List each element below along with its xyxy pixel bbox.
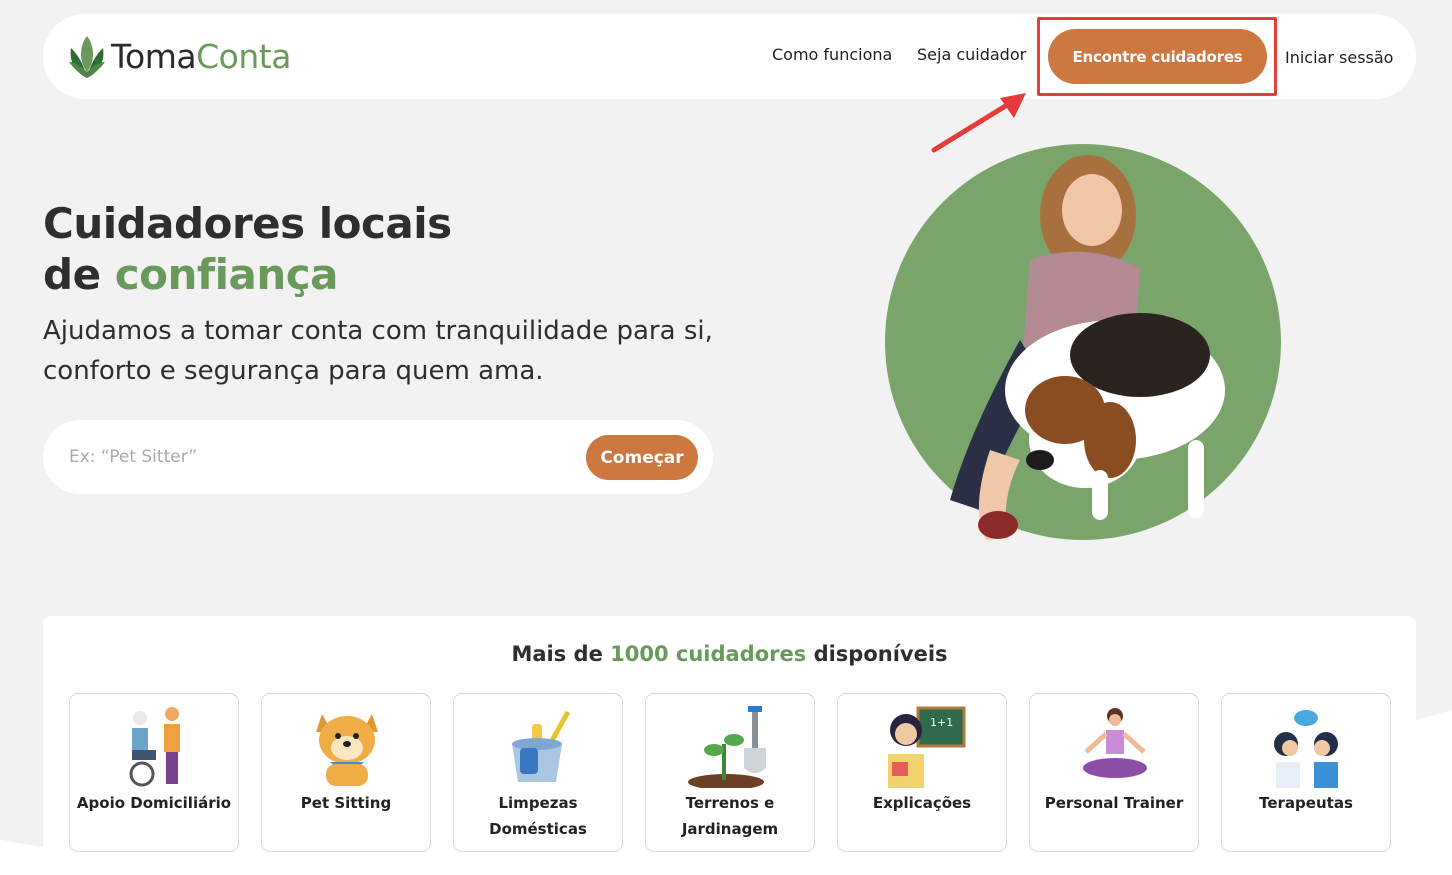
category-label: Limpezas Domésticas xyxy=(489,794,587,838)
hero-title-prefix: de xyxy=(43,250,101,299)
cleaning-bucket-icon xyxy=(512,710,571,782)
category-card-jardinagem[interactable]: Terrenos e Jardinagem xyxy=(645,693,815,852)
nav-como-funciona[interactable]: Como funciona xyxy=(772,45,892,64)
dog-icon xyxy=(316,714,378,786)
search-input[interactable] xyxy=(69,440,569,474)
hero-title: Cuidadores locais de confiança xyxy=(43,198,452,300)
nav-iniciar-sessao[interactable]: Iniciar sessão xyxy=(1285,48,1393,67)
hero-title-line1: Cuidadores locais xyxy=(43,199,452,248)
encontre-cuidadores-button[interactable]: Encontre cuidadores xyxy=(1048,29,1267,84)
category-label: Terapeutas xyxy=(1259,794,1353,812)
category-card-apoio-domiciliario[interactable]: Apoio Domiciliário xyxy=(69,693,239,852)
top-navbar: TomaConta Como funciona Seja cuidador En… xyxy=(43,14,1416,99)
categories-title-suffix: disponíveis xyxy=(813,642,948,666)
yoga-icon xyxy=(1083,708,1147,778)
category-label: Apoio Domiciliário xyxy=(76,794,232,812)
hero-title-accent: confiança xyxy=(114,250,339,299)
teacher-icon: 1+1 xyxy=(888,706,966,788)
hero-subtitle: Ajudamos a tomar conta com tranquilidade… xyxy=(43,316,713,386)
category-card-explicacoes[interactable]: 1+1 Explicações xyxy=(837,693,1007,852)
nav-seja-cuidador[interactable]: Seja cuidador xyxy=(917,45,1026,64)
leaf-logo-icon xyxy=(69,36,105,78)
categories-title-accent: 1000 cuidadores xyxy=(610,642,807,666)
elderly-care-icon xyxy=(129,707,180,787)
brand-logo[interactable]: TomaConta xyxy=(65,32,291,80)
category-card-personal-trainer[interactable]: Personal Trainer xyxy=(1029,693,1199,852)
categories-panel: Mais de 1000 cuidadores disponíveis Apoi… xyxy=(43,616,1416,875)
category-card-pet-sitting[interactable]: Pet Sitting xyxy=(261,693,431,852)
search-bar: Começar xyxy=(43,420,713,494)
category-label: Explicações xyxy=(872,794,972,812)
categories-title-prefix: Mais de xyxy=(511,642,603,666)
comecar-button[interactable]: Começar xyxy=(586,435,698,480)
category-label: Pet Sitting xyxy=(300,794,392,812)
category-card-terapeutas[interactable]: Terapeutas xyxy=(1221,693,1391,852)
hero-woman-dog-image xyxy=(885,144,1281,540)
gardening-icon xyxy=(688,706,766,788)
category-label: Personal Trainer xyxy=(1044,794,1184,812)
therapy-icon xyxy=(1274,710,1338,788)
logo-text-toma: Toma xyxy=(111,36,197,76)
category-label: Terrenos e Jardinagem xyxy=(681,794,779,838)
categories-title: Mais de 1000 cuidadores disponíveis xyxy=(43,642,1416,666)
svg-text:1+1: 1+1 xyxy=(930,716,953,729)
logo-text-conta: Conta xyxy=(196,36,291,76)
category-card-limpezas[interactable]: Limpezas Domésticas xyxy=(453,693,623,852)
